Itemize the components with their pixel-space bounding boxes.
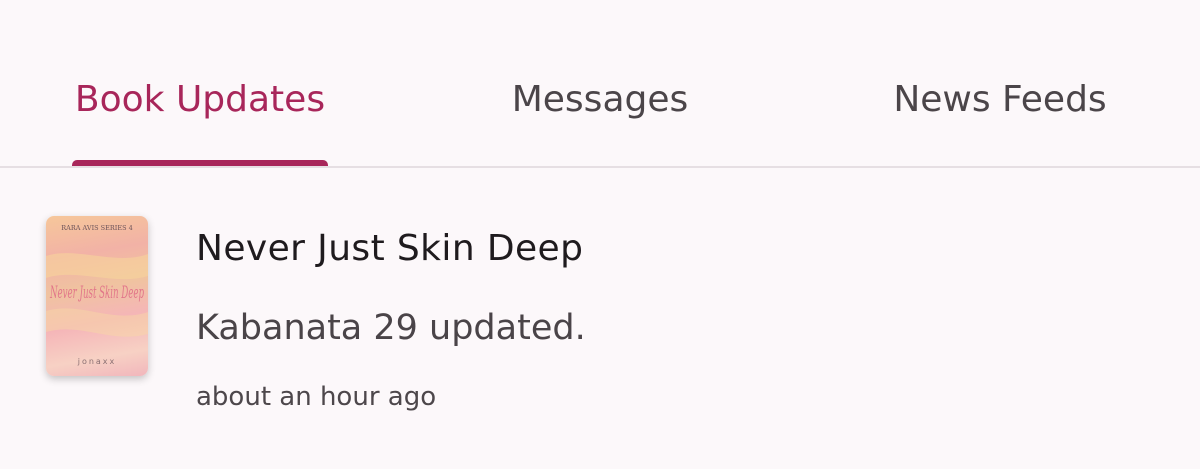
cover-title-art: Never Just Skin Deep	[49, 283, 144, 303]
tab-bar: Book Updates Messages News Feeds	[0, 0, 1200, 168]
book-cover-image: RARA AVIS SERIES 4 Never Just Skin Deep …	[46, 216, 148, 376]
book-title: Never Just Skin Deep	[196, 228, 584, 269]
update-message: Kabanata 29 updated.	[196, 308, 586, 348]
tab-book-updates[interactable]: Book Updates	[60, 74, 340, 124]
cover-series-text: RARA AVIS SERIES 4	[61, 224, 132, 232]
tab-messages[interactable]: Messages	[460, 74, 740, 124]
update-timestamp: about an hour ago	[196, 382, 437, 412]
cover-author-text: jonaxx	[77, 357, 117, 366]
book-update-item[interactable]: RARA AVIS SERIES 4 Never Just Skin Deep …	[0, 168, 1200, 468]
tab-news-feeds[interactable]: News Feeds	[860, 74, 1140, 124]
